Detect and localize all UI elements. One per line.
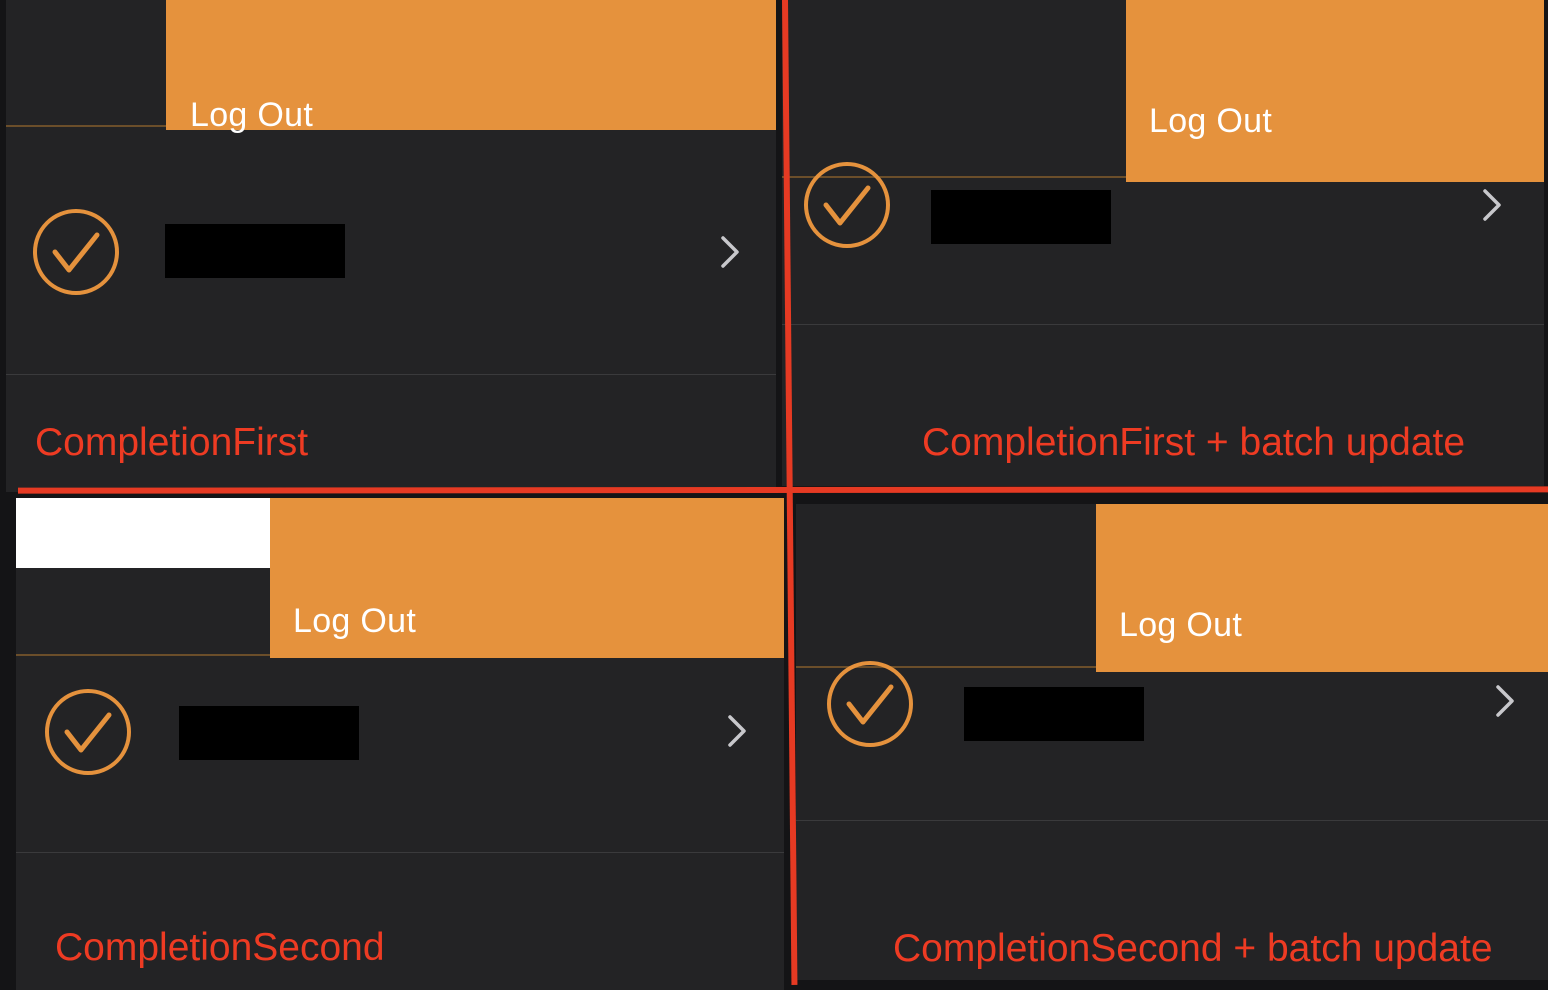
redacted-cell-title [964,687,1144,741]
checkmark-circle-icon [827,661,913,747]
panel-caption: CompletionFirst + batch update [922,421,1466,464]
row-separator [782,324,1544,325]
redacted-cell-title [931,190,1111,244]
checkmark-circle-icon [33,209,119,295]
chevron-right-icon [1483,189,1501,221]
log-out-swipe-action[interactable]: Log Out [1126,0,1544,182]
panel-completion-second: Log Out CompletionSecond [16,498,784,990]
log-out-label: Log Out [190,96,314,134]
chevron-right-icon [1496,685,1514,717]
panel-completion-first: Log Out CompletionFirst [6,0,776,492]
log-out-label: Log Out [1149,102,1273,140]
panel-caption: CompletionFirst [35,421,309,464]
checkmark-circle-icon [804,162,890,248]
log-out-label: Log Out [293,602,417,640]
horizontal-divider-line [17,486,1548,494]
panel-completion-first-batch-update: Log Out CompletionFirst + batch update [782,0,1544,486]
chevron-right-icon [728,715,746,747]
log-out-swipe-action[interactable]: Log Out [166,0,776,134]
row-separator [6,374,776,375]
chevron-right-icon [721,236,739,268]
row-separator [16,852,784,853]
white-overlay [16,498,270,568]
panel-completion-second-batch-update: Log Out CompletionSecond + batch update [796,504,1548,980]
log-out-swipe-action[interactable]: Log Out [1096,504,1548,672]
row-separator [6,125,166,127]
checkmark-circle-icon [45,689,131,775]
log-out-swipe-action[interactable]: Log Out [270,498,784,658]
row-separator [16,654,270,656]
redacted-cell-title [179,706,359,760]
log-out-label: Log Out [1119,606,1243,644]
row-separator [796,820,1548,821]
panel-caption: CompletionSecond [55,926,385,969]
panel-caption: CompletionSecond + batch update [893,927,1493,970]
redacted-cell-title [165,224,345,278]
